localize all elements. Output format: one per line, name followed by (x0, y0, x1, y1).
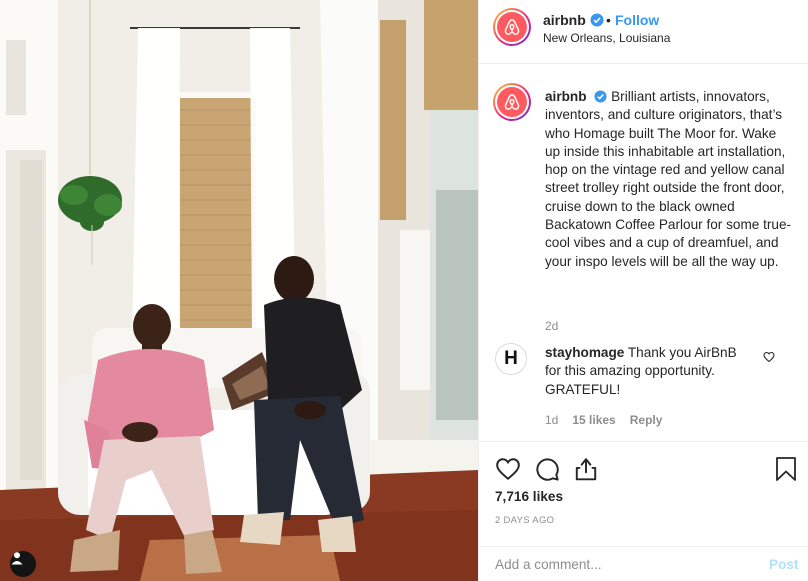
comment-like-heart-icon[interactable] (763, 351, 775, 363)
caption-author-avatar[interactable] (493, 83, 531, 121)
commenter-avatar-letter: H (504, 348, 518, 369)
bookmark-icon[interactable] (775, 456, 797, 482)
share-icon[interactable] (573, 456, 599, 482)
caption-username[interactable]: airbnb (545, 89, 587, 104)
comment-username[interactable]: stayhomage (545, 345, 624, 360)
comment-reply-button[interactable]: Reply (630, 413, 663, 427)
author-username[interactable]: airbnb (543, 12, 604, 28)
heart-icon[interactable] (495, 456, 521, 482)
comment-icon[interactable] (534, 456, 560, 482)
verified-badge-icon (594, 90, 607, 103)
user-tag-icon[interactable] (10, 551, 36, 577)
comment-item: stayhomage Thank you AirBnB for this ama… (545, 344, 750, 399)
post-comment-button[interactable]: Post (769, 557, 798, 572)
caption-timestamp[interactable]: 2d (545, 319, 558, 333)
post-location[interactable]: New Orleans, Louisiana (543, 31, 670, 45)
comment-timestamp[interactable]: 1d (545, 413, 558, 427)
post-header: airbnb • Follow New Orleans, Louisiana (479, 0, 808, 64)
post-actions: 7,716 likes 2 DAYS AGO (479, 441, 808, 546)
comment-input[interactable] (495, 557, 745, 572)
airbnb-logo-icon (504, 94, 520, 110)
add-comment-bar: Post (479, 546, 808, 581)
follow-button[interactable]: Follow (615, 12, 659, 28)
post-image[interactable] (0, 0, 478, 581)
verified-badge-icon (590, 13, 604, 27)
comment-likes[interactable]: 15 likes (572, 413, 615, 427)
post-caption: airbnb Brilliant artists, innovators, in… (545, 88, 795, 271)
author-avatar[interactable] (493, 8, 531, 46)
likes-count[interactable]: 7,716 likes (495, 489, 563, 504)
commenter-avatar[interactable]: H (495, 343, 527, 375)
post-sidebar: airbnb • Follow New Orleans, Louisiana a… (478, 0, 808, 581)
comment-meta: 1d 15 likes Reply (545, 413, 676, 427)
post-photo-illustration (0, 0, 478, 581)
airbnb-logo-icon (504, 19, 520, 35)
post-time-ago[interactable]: 2 DAYS AGO (495, 515, 554, 526)
header-separator: • (606, 12, 611, 28)
comments-list[interactable]: airbnb Brilliant artists, innovators, in… (479, 65, 808, 440)
caption-text: Brilliant artists, innovators, inventors… (545, 89, 792, 269)
